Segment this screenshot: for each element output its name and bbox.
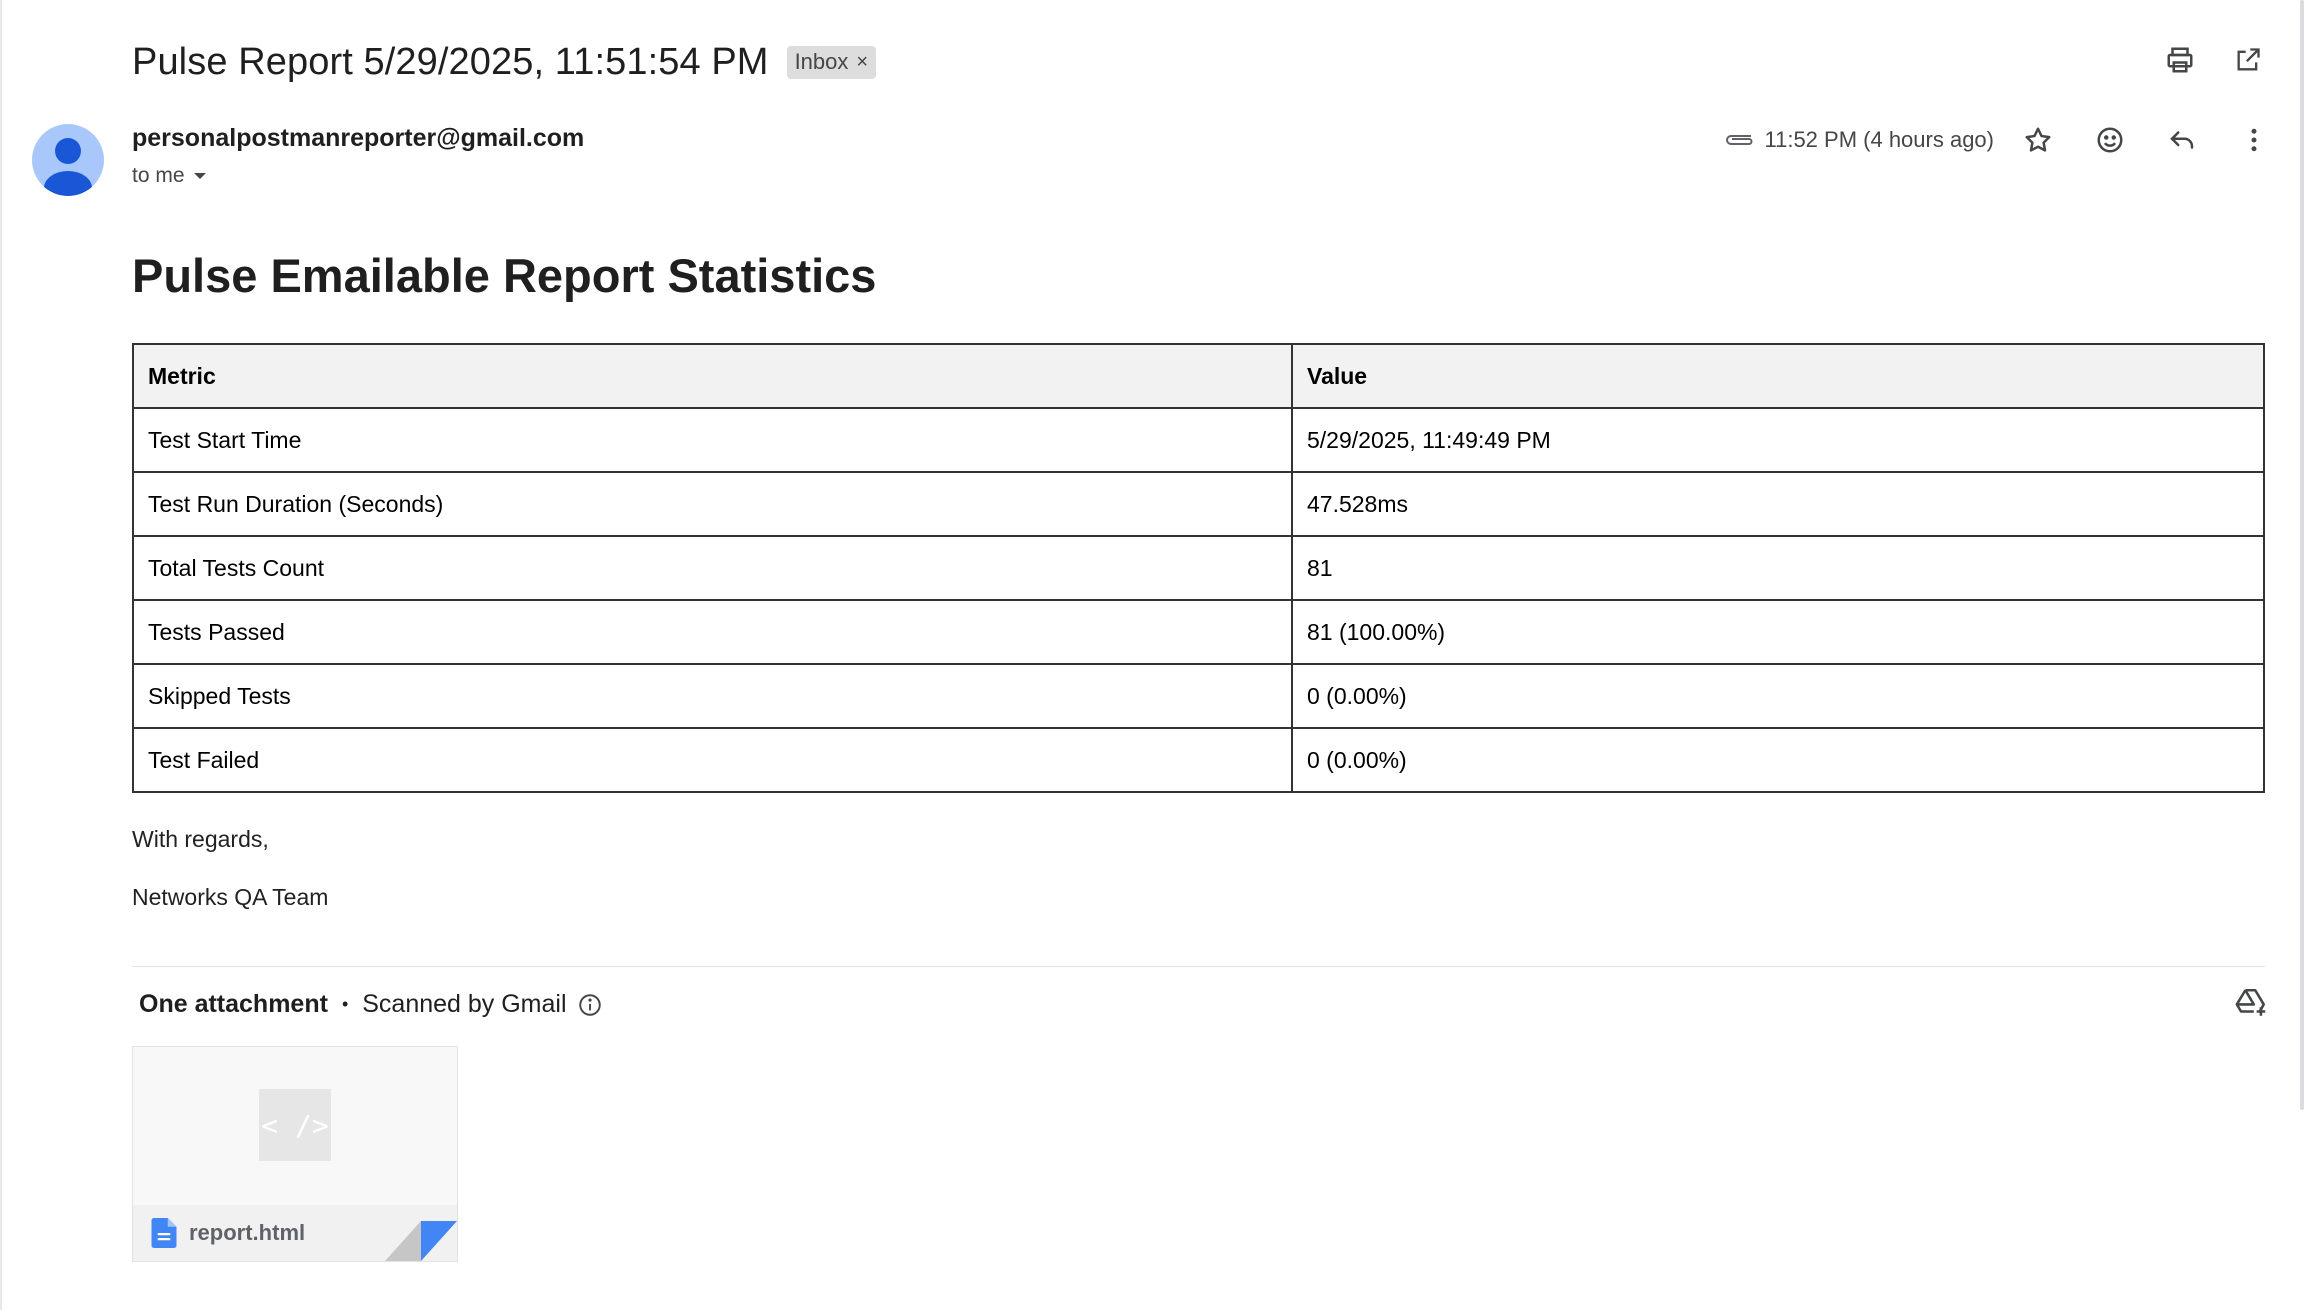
page-curl-icon xyxy=(385,1221,457,1261)
scrollbar-thumb[interactable] xyxy=(2300,0,2304,1110)
open-in-new-icon xyxy=(2237,48,2260,71)
person-icon xyxy=(44,138,92,196)
print-icon xyxy=(2167,47,2193,73)
value-cell: 0 (0.00%) xyxy=(1291,727,2265,793)
doc-file-icon xyxy=(151,1218,177,1248)
report-heading: Pulse Emailable Report Statistics xyxy=(132,249,877,302)
attachment-clip-icon xyxy=(1725,135,1752,145)
more-vert-icon xyxy=(2251,128,2257,152)
metric-cell: Test Start Time xyxy=(132,407,1293,473)
metric-cell: Total Tests Count xyxy=(132,535,1293,601)
metric-cell: Test Run Duration (Seconds) xyxy=(132,471,1293,537)
metric-cell: Tests Passed xyxy=(132,599,1293,665)
top-actions xyxy=(2160,40,2268,80)
column-header-metric: Metric xyxy=(132,343,1293,409)
scanned-by-gmail: Scanned by Gmail xyxy=(362,990,567,1018)
attachment-card[interactable]: < /> report.html xyxy=(132,1046,458,1262)
table-row: Total Tests Count 81 xyxy=(132,535,2265,601)
remove-label-icon[interactable]: × xyxy=(856,52,868,72)
value-cell: 5/29/2025, 11:49:49 PM xyxy=(1291,407,2265,473)
value-cell: 0 (0.00%) xyxy=(1291,663,2265,729)
recipient-label: to me xyxy=(132,164,185,187)
star-icon xyxy=(2025,127,2051,152)
attachment-filename: report.html xyxy=(189,1220,306,1245)
metric-cell: Test Failed xyxy=(132,727,1293,793)
column-header-value: Value xyxy=(1291,343,2265,409)
more-options-button[interactable] xyxy=(2234,120,2274,160)
message-time: 11:52 PM (4 hours ago) xyxy=(1764,127,1995,152)
label-chip-text: Inbox xyxy=(794,48,849,74)
table-row: Skipped Tests 0 (0.00%) xyxy=(132,663,2265,729)
attachment-count: One attachment xyxy=(139,990,328,1018)
attachments-divider xyxy=(132,966,2265,967)
emoji-icon xyxy=(2097,127,2123,153)
scan-info-button[interactable] xyxy=(577,992,603,1018)
add-all-to-drive-button[interactable] xyxy=(2234,986,2268,1025)
recipient-details-toggle[interactable]: to me xyxy=(132,164,207,188)
code-file-icon: < /> xyxy=(259,1089,331,1161)
add-reaction-button[interactable] xyxy=(2090,120,2130,160)
attachments-header: One attachment • Scanned by Gmail xyxy=(139,990,603,1019)
value-cell: 81 (100.00%) xyxy=(1291,599,2265,665)
star-button[interactable] xyxy=(2018,120,2058,160)
separator-dot: • xyxy=(341,994,349,1014)
subject-row: Pulse Report 5/29/2025, 11:51:54 PM Inbo… xyxy=(132,38,877,86)
sender-avatar[interactable] xyxy=(32,124,104,196)
drive-add-icon xyxy=(2235,988,2266,1016)
reply-icon xyxy=(2170,131,2194,149)
scrollbar[interactable] xyxy=(2298,0,2304,1310)
table-row: Tests Passed 81 (100.00%) xyxy=(132,599,2265,665)
table-header-row: Metric Value xyxy=(132,343,2265,409)
table-row: Test Run Duration (Seconds) 47.528ms xyxy=(132,471,2265,537)
info-icon xyxy=(578,993,601,1016)
chevron-down-icon xyxy=(193,173,206,179)
attachment-preview[interactable]: < /> xyxy=(133,1047,457,1205)
report-stats-table: Metric Value Test Start Time 5/29/2025, … xyxy=(132,343,2265,793)
value-cell: 47.528ms xyxy=(1291,471,2265,537)
value-cell: 81 xyxy=(1291,535,2265,601)
closing-greeting: With regards, xyxy=(132,826,269,852)
closing-signature: Networks QA Team xyxy=(132,884,329,910)
email-subject: Pulse Report 5/29/2025, 11:51:54 PM xyxy=(132,40,769,83)
table-row: Test Failed 0 (0.00%) xyxy=(132,727,2265,793)
table-row: Test Start Time 5/29/2025, 11:49:49 PM xyxy=(132,407,2265,473)
print-all-button[interactable] xyxy=(2160,40,2200,80)
metric-cell: Skipped Tests xyxy=(132,663,1293,729)
open-new-window-button[interactable] xyxy=(2228,40,2268,80)
sender-email[interactable]: personalpostmanreporter@gmail.com xyxy=(132,124,584,153)
window-edge xyxy=(0,0,2,1310)
reply-button[interactable] xyxy=(2162,120,2202,160)
inbox-label-chip[interactable]: Inbox × xyxy=(786,45,877,79)
message-meta: 11:52 PM (4 hours ago) xyxy=(1723,120,2275,160)
